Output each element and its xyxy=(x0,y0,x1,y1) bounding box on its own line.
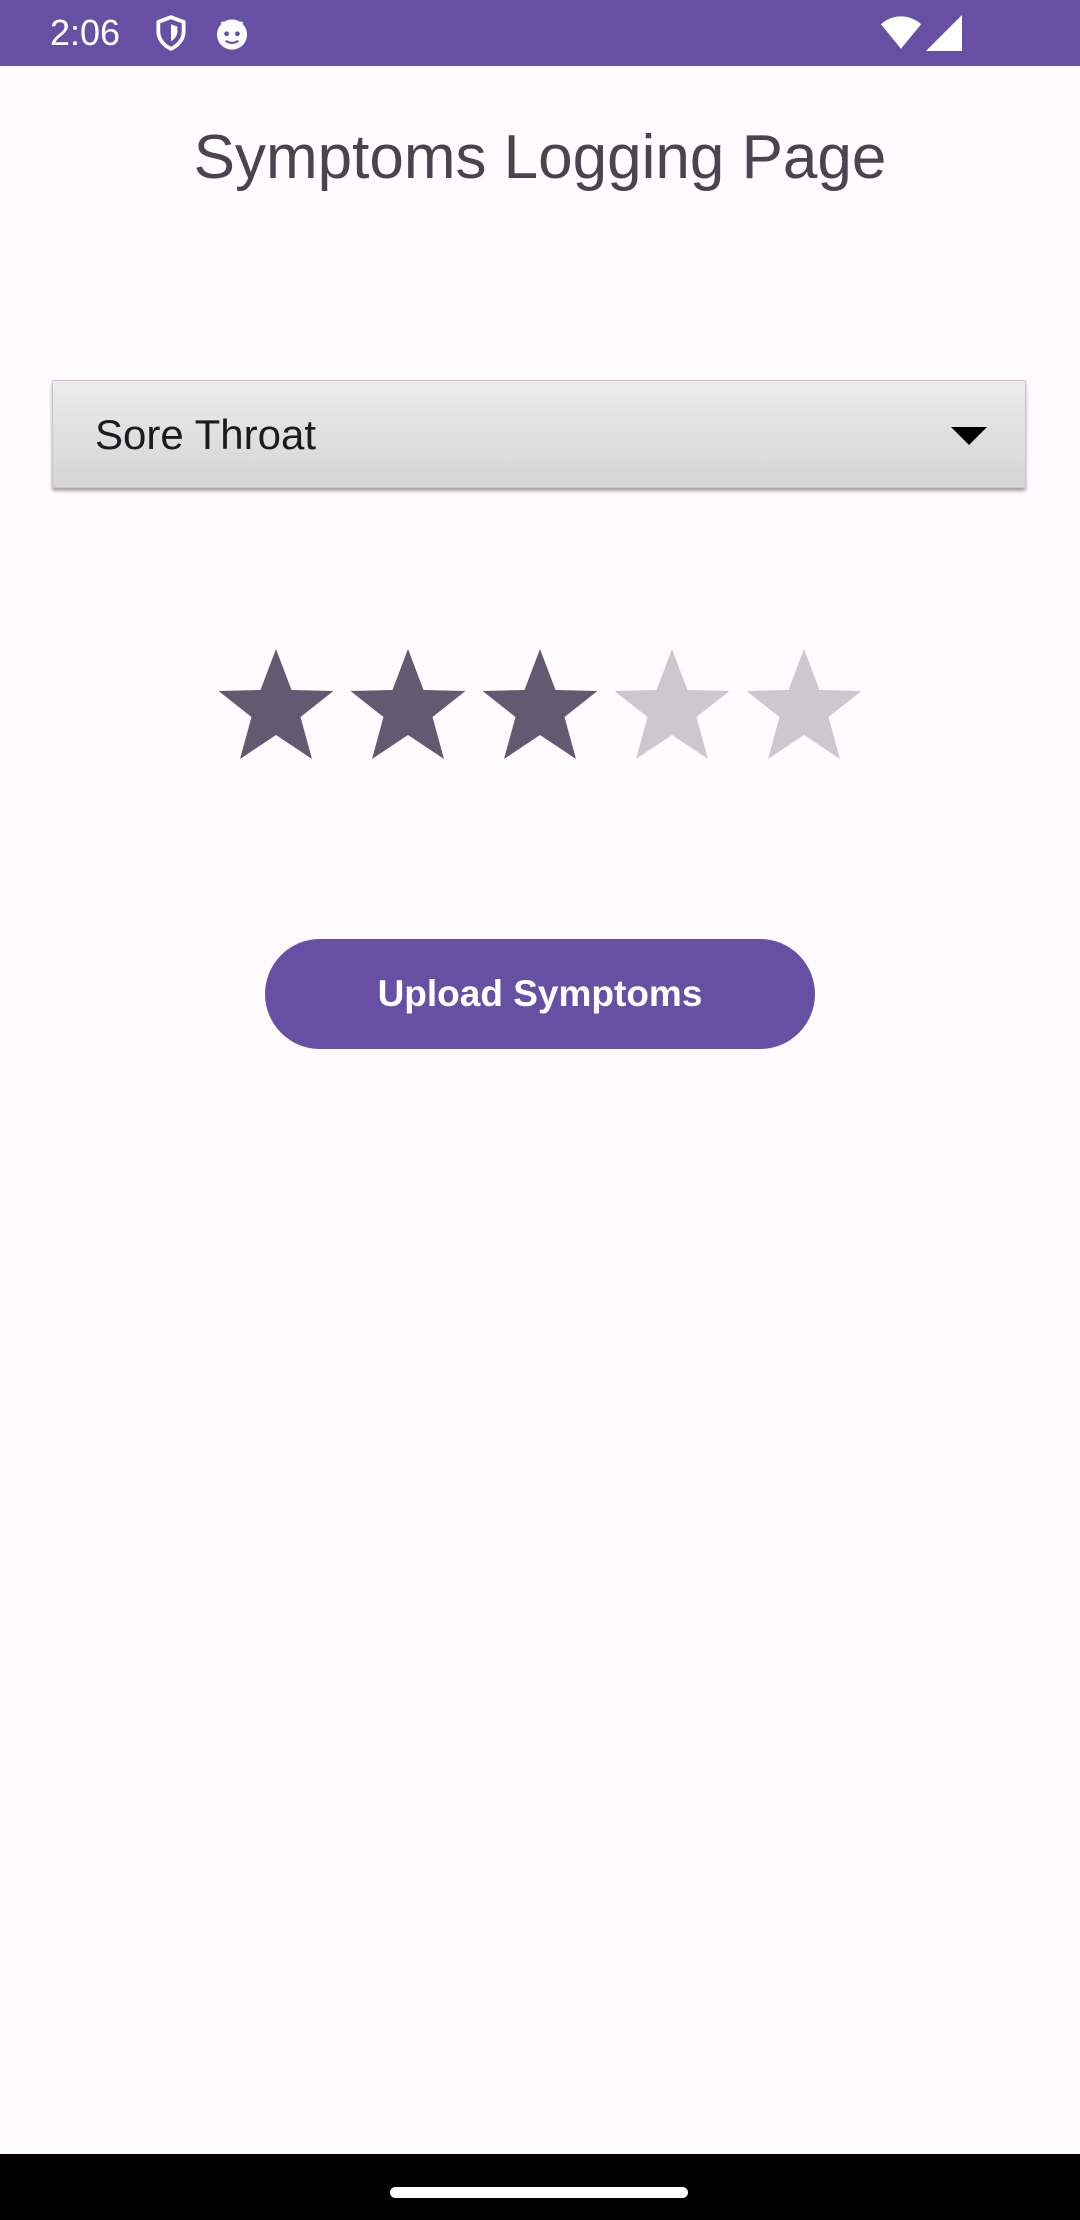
upload-symptoms-button[interactable]: Upload Symptoms xyxy=(265,939,815,1049)
severity-rating-bar[interactable] xyxy=(216,644,876,764)
status-bar: 2:06 xyxy=(0,0,1080,66)
star-icon[interactable] xyxy=(480,644,600,764)
home-gesture-handle[interactable] xyxy=(390,2187,688,2198)
star-icon[interactable] xyxy=(612,644,732,764)
cell-signal-icon xyxy=(926,15,962,51)
star-icon[interactable] xyxy=(216,644,336,764)
navigation-bar xyxy=(0,2154,1080,2220)
symptom-dropdown[interactable]: Sore Throat xyxy=(52,380,1026,488)
star-icon[interactable] xyxy=(744,644,864,764)
page-title: Symptoms Logging Page xyxy=(193,123,887,192)
symptom-dropdown-value: Sore Throat xyxy=(95,411,317,458)
shield-icon xyxy=(156,15,186,51)
star-icon[interactable] xyxy=(348,644,468,764)
dropdown-arrow-icon xyxy=(951,427,987,445)
status-time: 2:06 xyxy=(50,12,121,53)
android-robot-icon xyxy=(216,19,248,50)
wifi-icon xyxy=(880,16,922,49)
